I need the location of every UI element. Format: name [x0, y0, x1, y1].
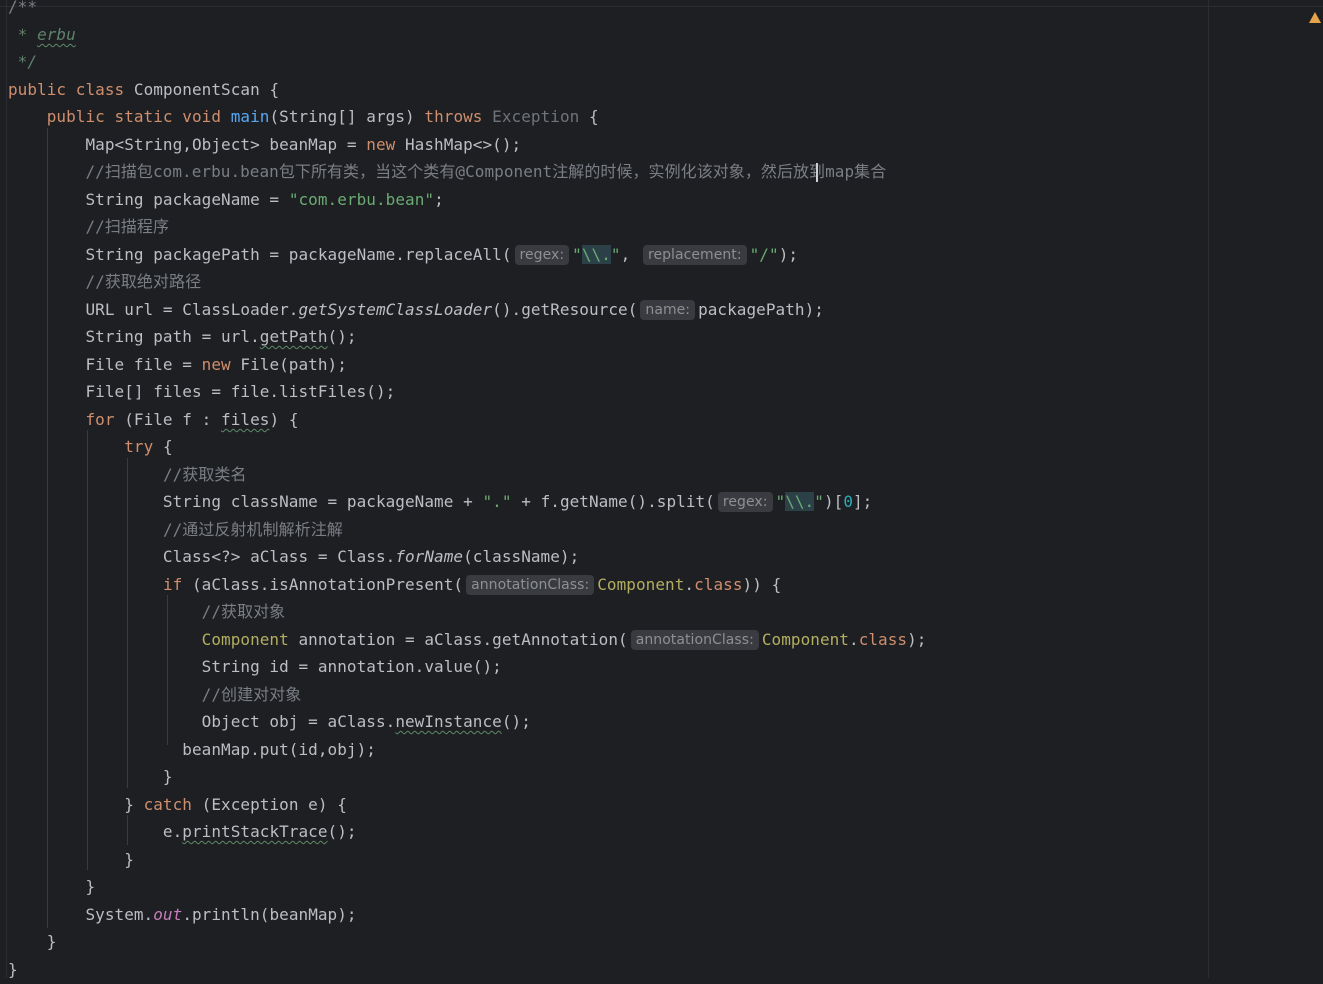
code-line[interactable]: for (File f : files) {	[8, 406, 299, 434]
code-line[interactable]: } catch (Exception e) {	[8, 791, 347, 819]
editor-left-border	[6, 0, 7, 978]
code-line[interactable]: //获取对象	[8, 598, 286, 626]
code-line[interactable]: * erbu	[8, 21, 76, 49]
code-line[interactable]: }	[8, 956, 18, 984]
package-string: "com.erbu.bean"	[288, 190, 435, 209]
code-line[interactable]: */	[8, 48, 37, 76]
param-hint-regex: regex:	[514, 245, 570, 265]
code-line[interactable]: File file = new File(path);	[8, 351, 347, 379]
code-line[interactable]: File[] files = file.listFiles();	[8, 378, 395, 406]
code-line[interactable]: String className = packageName + "." + f…	[8, 488, 872, 516]
code-line[interactable]: //扫描程序	[8, 213, 169, 241]
code-line[interactable]: Map<String,Object> beanMap = new HashMap…	[8, 131, 521, 159]
comment-create-object: //创建对对象	[201, 685, 302, 704]
code-line[interactable]: beanMap.put(id,obj);	[8, 736, 376, 764]
code-line[interactable]: String packageName = "com.erbu.bean";	[8, 186, 444, 214]
code-line[interactable]: }	[8, 846, 134, 874]
code-line[interactable]: public class ComponentScan {	[8, 76, 279, 104]
code-line[interactable]: Object obj = aClass.newInstance();	[8, 708, 531, 736]
comment-get-object: //获取对象	[201, 602, 286, 621]
code-line[interactable]: try {	[8, 433, 173, 461]
param-hint-annotation-class: annotationClass:	[630, 630, 759, 650]
class-name: ComponentScan	[133, 80, 260, 99]
code-editor[interactable]: /** * erbu */ public class ComponentScan…	[0, 0, 1323, 979]
code-line[interactable]: }	[8, 873, 95, 901]
code-line[interactable]: //获取类名	[8, 461, 247, 489]
code-line[interactable]: String path = url.getPath();	[8, 323, 357, 351]
right-margin-guide	[1208, 0, 1209, 978]
code-line[interactable]: //通过反射机制解析注解	[8, 516, 343, 544]
code-line[interactable]: //创建对对象	[8, 681, 302, 709]
comment-scan: //扫描包com.erbu.bean包下所有类，当这个类有@Component注…	[85, 162, 887, 181]
comment-reflection: //通过反射机制解析注解	[162, 520, 343, 539]
code-line[interactable]: }	[8, 928, 57, 956]
param-hint-replacement: replacement:	[642, 245, 747, 265]
code-line[interactable]: String packagePath = packageName.replace…	[8, 241, 798, 269]
code-line[interactable]: e.printStackTrace();	[8, 818, 357, 846]
code-line[interactable]: //获取绝对路径	[8, 268, 201, 296]
warning-icon[interactable]	[1309, 12, 1321, 23]
code-line[interactable]: URL url = ClassLoader.getSystemClassLoad…	[8, 296, 824, 324]
code-line[interactable]: /**	[8, 0, 37, 21]
doc-author: erbu	[37, 25, 76, 44]
code-line[interactable]: if (aClass.isAnnotationPresent(annotatio…	[8, 571, 781, 599]
code-line[interactable]: String id = annotation.value();	[8, 653, 502, 681]
comment-absolute-path: //获取绝对路径	[85, 272, 202, 291]
param-hint-regex: regex:	[717, 492, 773, 512]
slash-string: "/"	[749, 245, 779, 264]
comment-get-class-name: //获取类名	[162, 465, 247, 484]
code-line[interactable]: Class<?> aClass = Class.forName(classNam…	[8, 543, 579, 571]
param-hint-name: name:	[640, 300, 696, 320]
comment-scan-program: //扫描程序	[85, 217, 170, 236]
code-line[interactable]: }	[8, 763, 173, 791]
param-hint-annotation-class: annotationClass:	[466, 575, 595, 595]
code-line[interactable]: System.out.println(beanMap);	[8, 901, 357, 929]
code-line[interactable]: //扫描包com.erbu.bean包下所有类，当这个类有@Component注…	[8, 158, 886, 186]
code-line[interactable]: public static void main(String[] args) t…	[8, 103, 599, 131]
editor-top-border	[0, 6, 1323, 7]
code-line[interactable]: Component annotation = aClass.getAnnotat…	[8, 626, 926, 654]
dot-string: "."	[482, 492, 512, 511]
array-index: 0	[843, 492, 853, 511]
